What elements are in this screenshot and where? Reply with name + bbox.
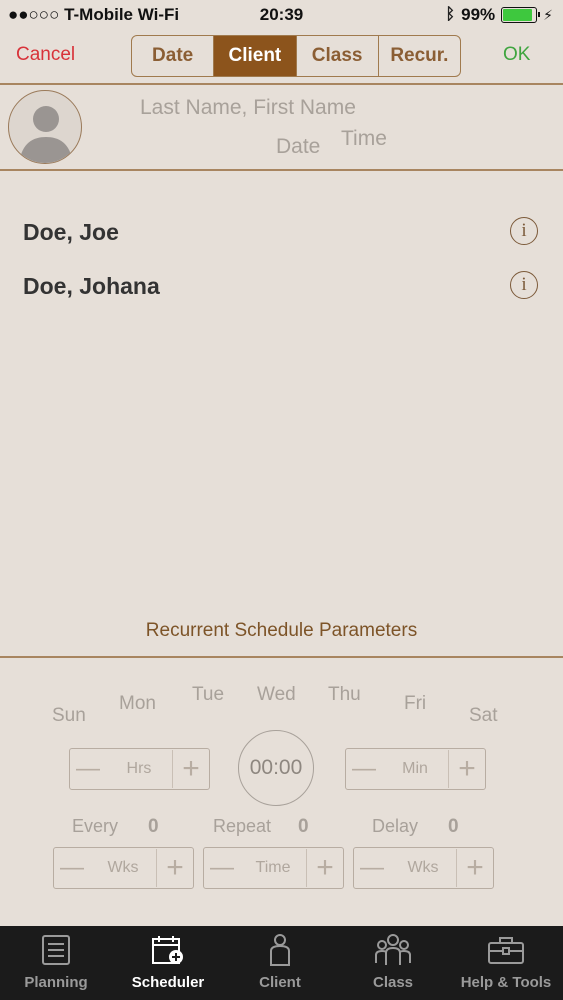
time-display[interactable]: 00:00	[238, 730, 314, 806]
info-icon[interactable]: i	[510, 217, 538, 245]
tab-planning-label: Planning	[24, 974, 88, 991]
repeat-label: Repeat	[213, 816, 272, 836]
battery-percent: 99%	[461, 5, 496, 24]
client-name[interactable]: Doe, Johana	[23, 273, 160, 300]
group-icon	[375, 934, 411, 965]
charging-icon: ⚡	[543, 6, 553, 23]
client-name[interactable]: Doe, Joe	[23, 219, 119, 246]
divider	[0, 656, 563, 658]
minutes-stepper: — Min +	[345, 748, 486, 790]
segment-client[interactable]: Client	[214, 36, 297, 76]
tab-client-label: Client	[259, 974, 301, 991]
toolbox-icon	[488, 937, 524, 964]
segment-class[interactable]: Class	[297, 36, 379, 76]
repeat-value: 0	[298, 816, 309, 837]
segmented-control: Date Client Class Recur.	[131, 35, 461, 77]
time-placeholder[interactable]: Time	[341, 127, 387, 151]
recurrence-title: Recurrent Schedule Parameters	[145, 620, 418, 641]
hours-stepper: — Hrs +	[69, 748, 210, 790]
tab-class[interactable]: Class	[337, 926, 449, 991]
tab-class-label: Class	[372, 974, 414, 991]
tab-help-tools[interactable]: Help & Tools	[449, 926, 563, 991]
day-fri[interactable]: Fri	[404, 693, 426, 715]
person-silhouette-icon	[19, 106, 73, 163]
repeat-plus-button[interactable]: +	[307, 851, 343, 885]
name-placeholder[interactable]: Last Name, First Name	[140, 96, 356, 120]
tab-scheduler-label: Scheduler	[131, 974, 205, 991]
tab-scheduler[interactable]: Scheduler	[112, 926, 224, 991]
divider	[0, 169, 563, 171]
planning-icon	[42, 935, 70, 965]
delay-label: Delay	[372, 816, 419, 836]
tab-client[interactable]: Client	[224, 926, 336, 991]
status-right: ᛒ 99% ⚡	[446, 5, 553, 25]
delay-plus-button[interactable]: +	[457, 851, 493, 885]
delay-weeks-label: Wks	[407, 859, 439, 876]
tab-help-tools-label: Help & Tools	[460, 974, 552, 991]
every-label: Every	[72, 816, 119, 836]
info-icon[interactable]: i	[510, 271, 538, 299]
ok-button[interactable]: OK	[503, 44, 530, 66]
tab-planning[interactable]: Planning	[0, 926, 112, 991]
date-placeholder[interactable]: Date	[276, 135, 320, 159]
calendar-add-icon	[152, 936, 183, 964]
day-mon[interactable]: Mon	[119, 693, 156, 715]
divider	[0, 83, 563, 85]
every-value: 0	[148, 816, 159, 837]
hours-minus-button[interactable]: —	[70, 755, 106, 783]
day-wed[interactable]: Wed	[257, 684, 296, 706]
hours-plus-button[interactable]: +	[173, 752, 209, 786]
every-minus-button[interactable]: —	[54, 854, 90, 882]
bluetooth-icon: ᛒ	[445, 6, 456, 23]
day-tue[interactable]: Tue	[192, 684, 224, 706]
delay-value: 0	[448, 816, 459, 837]
every-weeks-stepper: — Wks +	[53, 847, 194, 889]
delay-weeks-stepper: — Wks +	[353, 847, 494, 889]
day-thu[interactable]: Thu	[328, 684, 361, 706]
cancel-button[interactable]: Cancel	[16, 44, 75, 66]
every-plus-button[interactable]: +	[157, 851, 193, 885]
battery-icon	[501, 7, 541, 23]
segment-recur[interactable]: Recur.	[379, 36, 460, 76]
day-sun[interactable]: Sun	[52, 705, 86, 727]
delay-minus-button[interactable]: —	[354, 854, 390, 882]
repeat-minus-button[interactable]: —	[204, 854, 240, 882]
tab-bar: Planning Scheduler Client Class Help & T…	[0, 926, 563, 1000]
every-weeks-label: Wks	[107, 859, 139, 876]
minutes-label: Min	[402, 760, 428, 777]
repeat-time-stepper: — Time +	[203, 847, 344, 889]
status-bar: ●●○○○ T-Mobile Wi-Fi 20:39 ᛒ 99% ⚡	[0, 0, 563, 32]
avatar[interactable]	[8, 90, 82, 164]
segment-date[interactable]: Date	[132, 36, 215, 76]
repeat-time-label: Time	[255, 859, 291, 876]
minutes-plus-button[interactable]: +	[449, 752, 485, 786]
minutes-minus-button[interactable]: —	[346, 755, 382, 783]
hours-label: Hrs	[126, 760, 152, 777]
client-person-icon	[270, 934, 290, 966]
day-sat[interactable]: Sat	[469, 705, 498, 727]
